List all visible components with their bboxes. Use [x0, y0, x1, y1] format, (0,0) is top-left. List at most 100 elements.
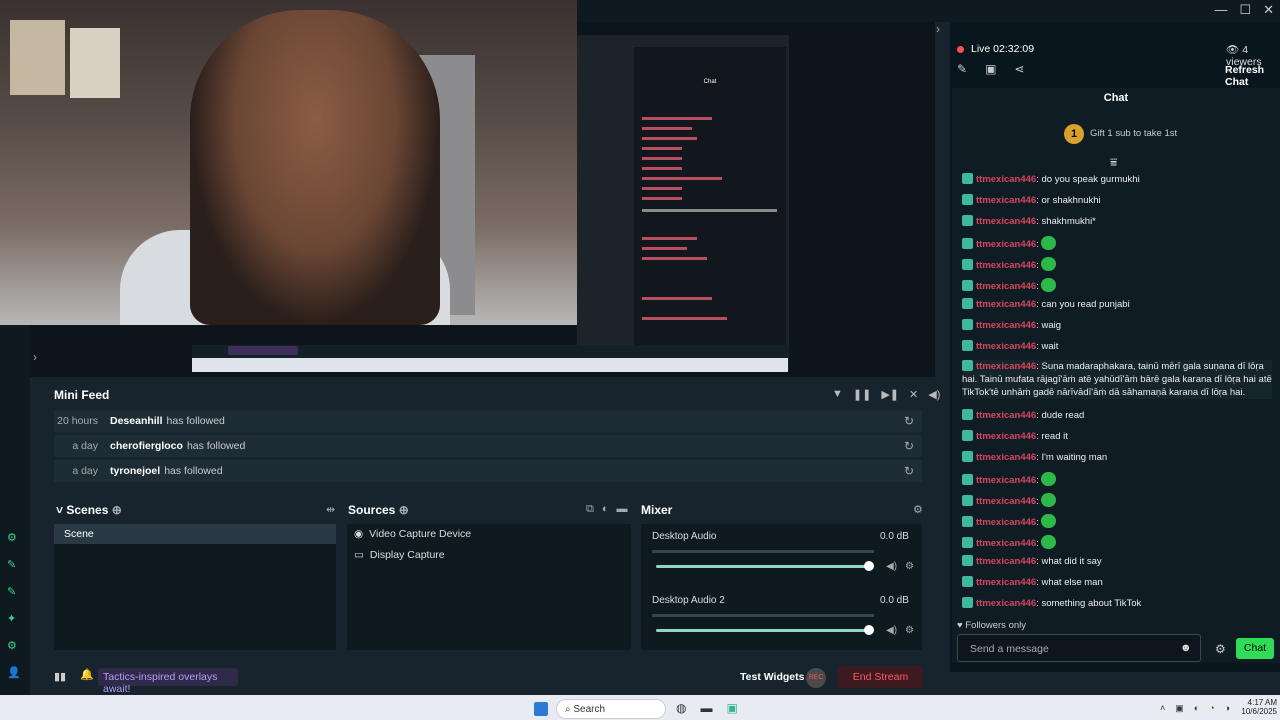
pinned-icon[interactable]: ⩸ — [1110, 155, 1117, 170]
tray-app-icon[interactable]: ◐ — [1194, 703, 1199, 714]
chat-username[interactable]: ttmexican446 — [976, 598, 1036, 609]
mini-chat-line — [642, 197, 682, 200]
source-folder-icon[interactable]: ▬ — [617, 503, 628, 516]
skip-icon[interactable]: ▶❚ — [881, 388, 899, 401]
badge-icon — [962, 298, 973, 309]
end-stream-button[interactable]: End Stream — [838, 666, 923, 688]
badge-icon — [962, 495, 973, 506]
share-icon[interactable]: ⋖ — [1014, 62, 1024, 76]
pause-icon[interactable]: ❚❚ — [853, 388, 871, 401]
refresh-chat-button[interactable]: Refresh Chat — [1225, 64, 1280, 88]
side-nav-icons[interactable]: ⚙ ✎ ✎ ✦ ⚙ 👤 — [7, 525, 21, 687]
chat-username[interactable]: ttmexican446 — [976, 517, 1036, 528]
popout-icon[interactable]: ▣ — [985, 62, 996, 76]
volume-slider-handle[interactable] — [864, 625, 874, 635]
expand-arrow-icon[interactable]: › — [33, 350, 37, 364]
chevron-up-icon[interactable]: ˄ — [1160, 703, 1165, 714]
tray-app-icon[interactable]: ◔ — [1209, 703, 1214, 714]
filter-icon[interactable]: ▼ — [832, 388, 843, 401]
chat-message: ttmexican446: — [962, 514, 1272, 529]
source-group-icon[interactable]: ⧉ — [586, 503, 594, 516]
tray-app-icon[interactable]: ▣ — [1175, 703, 1184, 714]
chat-username[interactable]: ttmexican446 — [976, 431, 1036, 442]
chat-username[interactable]: ttmexican446 — [976, 299, 1036, 310]
chat-username[interactable]: ttmexican446 — [976, 556, 1036, 567]
tray-app-icon[interactable]: ◑ — [1225, 703, 1230, 714]
speaker-icon[interactable]: ◀) — [886, 561, 897, 572]
badge-icon — [962, 259, 973, 270]
stats-icon[interactable]: ▮▮ — [54, 670, 66, 683]
source-visibility-icon[interactable]: ◐ — [602, 503, 609, 516]
source-item[interactable]: ◉ Video Capture Device — [354, 528, 471, 540]
chat-username[interactable]: ttmexican446 — [976, 216, 1036, 227]
sources-list — [347, 524, 631, 650]
chat-username[interactable]: ttmexican446 — [976, 174, 1036, 185]
streamlabs-icon[interactable]: ▣ — [726, 701, 737, 715]
mixer-channel-db: 0.0 dB — [880, 595, 909, 606]
feed-user[interactable]: Deseanhill — [110, 415, 163, 427]
minimize-button[interactable]: — — [1214, 2, 1227, 18]
app-icon[interactable]: ◍ — [676, 701, 686, 715]
record-button[interactable]: REC — [806, 668, 826, 688]
badge-icon — [962, 319, 973, 330]
add-source-icon[interactable]: ⊕ — [399, 503, 409, 517]
taskbar-search[interactable]: ⌕ Search — [556, 699, 666, 719]
chat-username[interactable]: ttmexican446 — [976, 320, 1036, 331]
promo-banner[interactable]: Tactics-inspired overlays await! — [98, 668, 238, 695]
mixer-channel-controls: ◀) ⚙ — [886, 561, 914, 572]
mixer-settings-icon[interactable]: ⚙ — [913, 503, 923, 516]
mini-taskbar-preview — [192, 358, 788, 372]
replay-icon[interactable]: ↻ — [904, 414, 914, 428]
mini-chat-line — [642, 297, 712, 300]
mute-alerts-icon[interactable]: ✕ — [909, 388, 918, 401]
chat-username[interactable]: ttmexican446 — [976, 496, 1036, 507]
volume-slider[interactable] — [656, 629, 868, 632]
scene-transition-icon[interactable]: ⇹ — [326, 503, 335, 516]
chat-username[interactable]: ttmexican446 — [976, 452, 1036, 463]
edit-icon[interactable]: ✎ — [957, 62, 967, 76]
chat-username[interactable]: ttmexican446 — [976, 260, 1036, 271]
badge-icon — [962, 340, 973, 351]
chat-username[interactable]: ttmexican446 — [976, 577, 1036, 588]
chat-input[interactable]: Send a message — [957, 634, 1201, 662]
chat-settings-icon[interactable]: ⚙ — [1215, 642, 1226, 656]
mini-promo-preview — [228, 346, 298, 355]
send-chat-button[interactable]: Chat — [1236, 638, 1274, 659]
chat-username[interactable]: ttmexican446 — [976, 361, 1036, 372]
gear-icon[interactable]: ⚙ — [905, 625, 914, 636]
speaker-icon[interactable]: ◀) — [886, 625, 897, 636]
feed-user[interactable]: cherofiergloco — [110, 440, 183, 452]
followers-only-indicator: ♥ Followers only — [957, 620, 1026, 631]
emoji-icon[interactable]: ☻ — [1180, 642, 1192, 654]
display-capture-preview: Chat — [577, 35, 789, 370]
windows-start-icon[interactable] — [534, 702, 548, 716]
collapse-chat-icon[interactable]: › — [936, 22, 940, 36]
file-explorer-icon[interactable]: ▬ — [700, 701, 712, 715]
emote-icon — [1040, 278, 1056, 292]
maximize-button[interactable]: ☐ — [1239, 2, 1251, 18]
chat-username[interactable]: ttmexican446 — [976, 341, 1036, 352]
replay-icon[interactable]: ↻ — [904, 439, 914, 453]
chat-username[interactable]: ttmexican446 — [976, 239, 1036, 250]
close-button[interactable]: ✕ — [1263, 2, 1274, 18]
notification-icon[interactable]: 🔔 — [80, 668, 94, 681]
camera-icon: ◉ — [354, 528, 364, 540]
mixer-channel-controls: ◀) ⚙ — [886, 625, 914, 636]
gift-sub-prompt[interactable]: Gift 1 sub to take 1st — [1090, 128, 1177, 139]
volume-slider-handle[interactable] — [864, 561, 874, 571]
chat-username[interactable]: ttmexican446 — [976, 195, 1036, 206]
add-scene-icon[interactable]: ⊕ — [112, 503, 122, 517]
chat-username[interactable]: ttmexican446 — [976, 281, 1036, 292]
gear-icon[interactable]: ⚙ — [905, 561, 914, 572]
replay-icon[interactable]: ↻ — [904, 464, 914, 478]
scene-item[interactable]: Scene — [54, 524, 336, 544]
chat-username[interactable]: ttmexican446 — [976, 410, 1036, 421]
volume-icon[interactable]: ◀) — [928, 388, 940, 401]
volume-slider[interactable] — [656, 565, 868, 568]
feed-user[interactable]: tyronejoel — [110, 465, 160, 477]
chat-username[interactable]: ttmexican446 — [976, 538, 1036, 549]
chat-username[interactable]: ttmexican446 — [976, 475, 1036, 486]
clock[interactable]: 4:17 AM 10/6/2025 — [1237, 698, 1277, 716]
source-item[interactable]: ▭ Display Capture — [354, 549, 445, 561]
test-widgets-button[interactable]: Test Widgets — [740, 671, 804, 683]
